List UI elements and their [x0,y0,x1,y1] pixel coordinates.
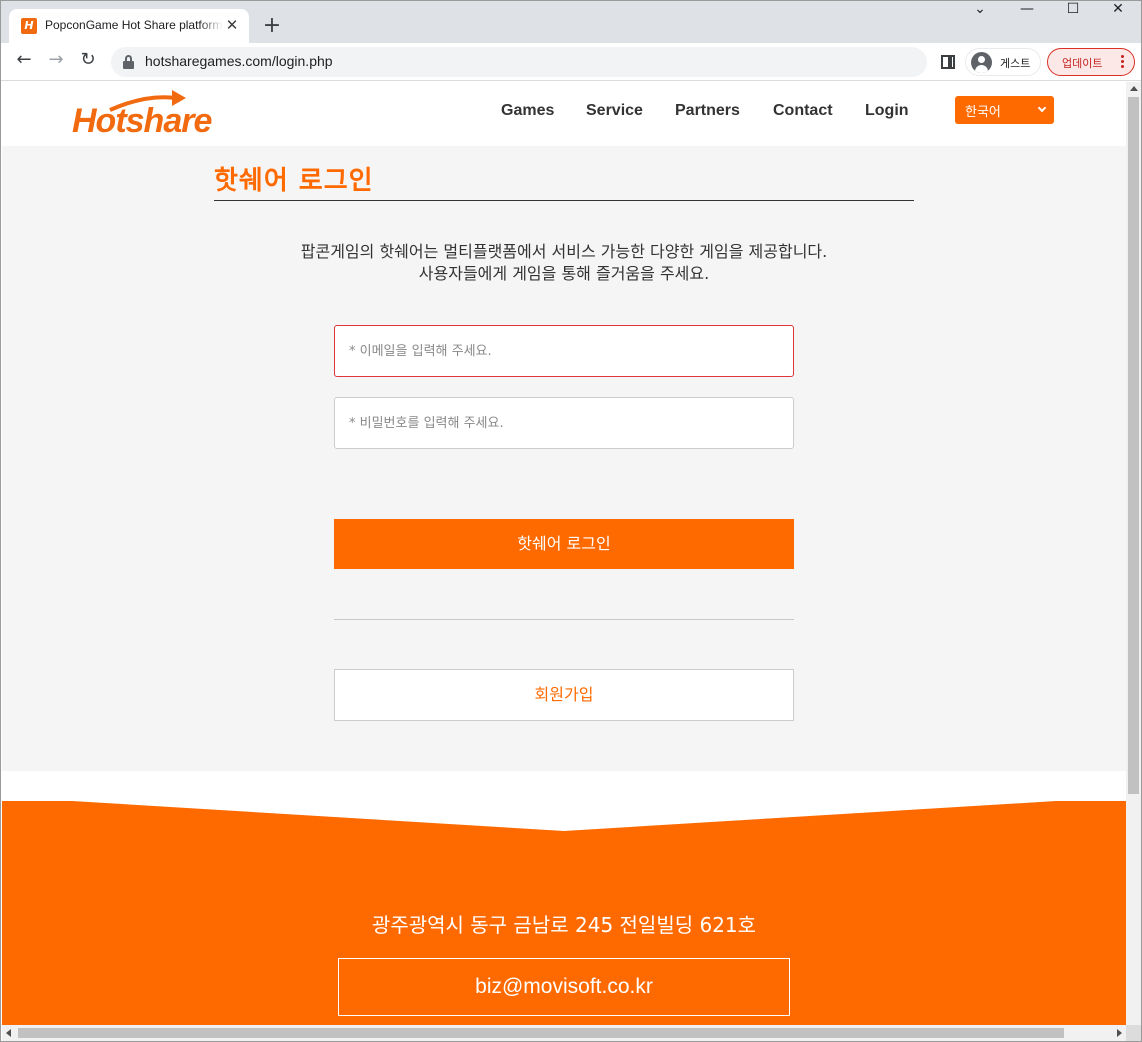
scroll-up-icon[interactable] [1130,86,1138,91]
browser-tab[interactable]: H PopconGame Hot Share platform ✕ [9,9,249,43]
contact-email[interactable]: biz@movisoft.co.kr [338,958,790,1016]
logo-text: Hotshare [72,102,212,140]
hotshare-logo[interactable]: Hotshare [72,90,222,140]
side-panel-icon[interactable] [941,55,955,69]
page-viewport: Hotshare Games Service Partners Contact … [2,82,1126,1025]
intro-line-1: 팝콘게임의 핫쉐어는 멀티플랫폼에서 서비스 가능한 다양한 게임을 제공합니다… [300,242,828,261]
browser-window: H PopconGame Hot Share platform ✕ + ⌄ — … [0,0,1142,1042]
password-field[interactable] [334,397,794,449]
chevron-down-icon [1037,103,1047,113]
scroll-right-icon[interactable] [1117,1029,1122,1037]
language-value: 한국어 [965,105,1001,120]
new-tab-button[interactable]: + [260,14,284,38]
email-field[interactable] [334,325,794,377]
url-text[interactable]: hotsharegames.com/login.php [145,53,333,69]
favicon-icon: H [21,18,37,34]
forward-arrow-icon[interactable]: → [43,49,69,75]
maximize-button[interactable]: ☐ [1050,1,1096,33]
intro-line-2: 사용자들에게 게임을 통해 즐거움을 주세요. [418,264,710,283]
reload-icon[interactable]: ↻ [75,49,101,75]
horizontal-scrollbar[interactable] [2,1025,1126,1041]
signup-button[interactable]: 회원가입 [334,669,794,721]
browser-toolbar: ← → ↻ hotsharegames.com/login.php 게스트 업데… [1,43,1141,81]
login-button[interactable]: 핫쉐어 로그인 [334,519,794,569]
horizontal-scroll-thumb[interactable] [18,1028,1064,1038]
tab-strip: H PopconGame Hot Share platform ✕ + ⌄ — … [1,1,1141,43]
login-section: 핫쉐어 로그인 팝콘게임의 핫쉐어는 멀티플랫폼에서 서비스 가능한 다양한 게… [2,146,1126,771]
site-footer: 광주광역시 동구 금남로 245 전일빌딩 621호 biz@movisoft.… [2,801,1126,1025]
site-header: Hotshare Games Service Partners Contact … [2,82,1126,146]
back-arrow-icon[interactable]: ← [11,49,37,75]
profile-label: 게스트 [1000,57,1031,70]
address-bar[interactable]: hotsharegames.com/login.php [111,47,927,77]
nav-login[interactable]: Login [865,102,909,120]
nav-partners[interactable]: Partners [675,102,740,120]
company-address: 광주광역시 동구 금남로 245 전일빌딩 621호 [371,913,757,937]
language-select[interactable]: 한국어 [955,96,1054,124]
scroll-left-icon[interactable] [6,1029,11,1037]
vertical-scrollbar[interactable] [1126,82,1141,1025]
tab-title: PopconGame Hot Share platform [45,18,223,36]
vertical-scroll-thumb[interactable] [1128,97,1139,794]
form-divider [334,619,794,620]
nav-service[interactable]: Service [586,102,643,120]
update-button[interactable]: 업데이트 [1047,48,1135,76]
avatar-icon [971,52,992,73]
page-title: 핫쉐어 로그인 [214,166,374,196]
profile-button[interactable]: 게스트 [965,48,1041,76]
more-menu-icon [1121,53,1125,71]
minimize-button[interactable]: — [1004,1,1050,33]
update-label: 업데이트 [1062,57,1103,70]
nav-games[interactable]: Games [501,102,554,120]
title-divider [214,200,914,201]
close-tab-icon[interactable]: ✕ [223,16,241,34]
nav-contact[interactable]: Contact [773,102,833,120]
scrollbar-corner [1126,1025,1141,1041]
collapse-tabs-icon[interactable]: ⌄ [957,1,1003,33]
window-close-button[interactable]: ✕ [1095,1,1141,33]
intro-text: 팝콘게임의 핫쉐어는 멀티플랫폼에서 서비스 가능한 다양한 게임을 제공합니다… [164,241,964,285]
lock-icon[interactable] [123,55,134,69]
